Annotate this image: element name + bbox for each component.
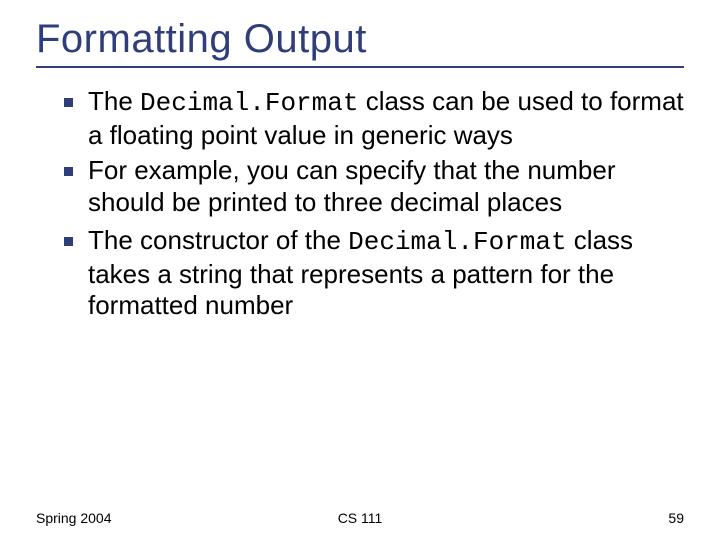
- code-span: Decimal.Format: [348, 227, 566, 257]
- bullet-item: For example, you can specify that the nu…: [64, 155, 684, 220]
- footer-center: CS 111: [338, 510, 383, 526]
- footer-right: 59: [668, 510, 684, 526]
- code-span: Decimal.Format: [140, 88, 358, 118]
- bullet-item: The Decimal.Format class can be used to …: [64, 86, 684, 151]
- slide-title: Formatting Output: [36, 18, 684, 60]
- slide-footer: Spring 2004 CS 111 59: [0, 510, 720, 526]
- footer-left: Spring 2004: [36, 510, 112, 526]
- title-rule: [36, 66, 684, 68]
- bullet-text-pre: The constructor of the: [88, 225, 348, 255]
- bullet-text-pre: For example, you can specify that the nu…: [88, 155, 616, 217]
- slide: Formatting Output The Decimal.Format cla…: [0, 0, 720, 540]
- bullet-text-pre: The: [88, 86, 140, 116]
- bullet-list: The Decimal.Format class can be used to …: [36, 86, 684, 322]
- bullet-item: The constructor of the Decimal.Format cl…: [64, 225, 684, 322]
